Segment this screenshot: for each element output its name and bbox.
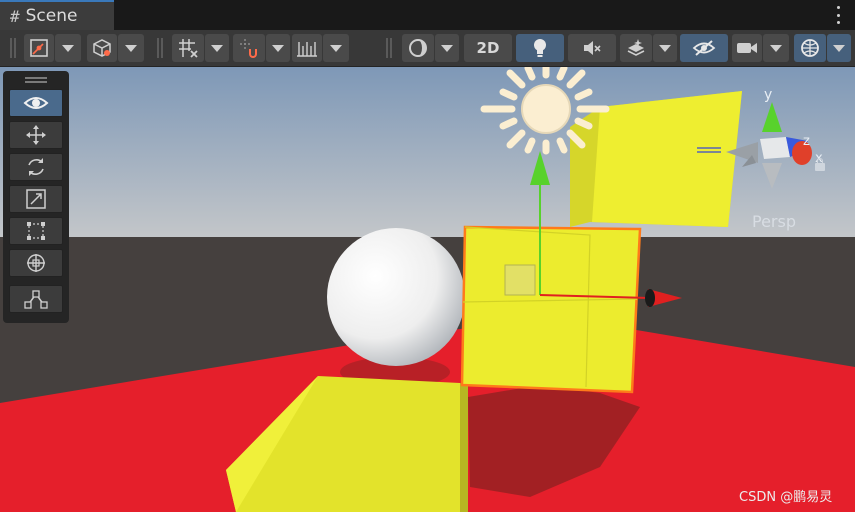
camera-icon — [737, 43, 757, 53]
gizmo-y-label: y — [764, 87, 772, 103]
tool-handle-rotation-button[interactable] — [87, 34, 117, 62]
shading-sphere-icon — [409, 39, 427, 57]
transform-tool-button[interactable] — [9, 249, 63, 277]
grid-snapping-dropdown[interactable] — [266, 34, 290, 62]
gizmos-button[interactable] — [794, 34, 826, 62]
chevron-down-icon — [441, 44, 453, 52]
scene-lighting-button[interactable] — [516, 34, 564, 62]
more-options-icon[interactable] — [835, 6, 841, 24]
grid-visibility-button[interactable] — [172, 34, 204, 62]
projection-label[interactable]: Persp — [752, 212, 796, 231]
grid-visibility-dropdown[interactable] — [205, 34, 229, 62]
chevron-down-icon — [62, 44, 74, 52]
global-local-icon — [93, 39, 111, 57]
scene-hash-icon: # — [10, 6, 20, 26]
toolbar-grip[interactable] — [386, 38, 392, 58]
scene-camera-dropdown[interactable] — [763, 34, 789, 62]
pivot-center-icon — [30, 39, 48, 57]
increment-snap-button[interactable] — [292, 34, 322, 62]
front-cube-edge — [460, 383, 468, 512]
tool-handle-rotation-dropdown[interactable] — [118, 34, 144, 62]
selected-cube[interactable] — [460, 225, 642, 394]
gizmo-drag-handle[interactable] — [697, 147, 721, 153]
scene-visibility-button[interactable] — [680, 34, 728, 62]
effects-layers-icon — [627, 39, 645, 56]
ruler-icon — [297, 42, 317, 57]
scene-window: # Scene 2D y z Persp CSDN @鹏易灵 — [0, 0, 855, 512]
draw-mode-dropdown[interactable] — [435, 34, 459, 62]
gizmo-globe-icon — [801, 39, 819, 57]
scale-tool-button[interactable] — [9, 185, 63, 213]
gizmo-z-label: z — [803, 134, 810, 149]
tool-handle-position-button[interactable] — [24, 34, 54, 62]
chevron-down-icon — [125, 44, 137, 52]
custom-editor-tool-button[interactable] — [9, 285, 63, 313]
watermark: CSDN @鹏易灵 — [739, 490, 833, 505]
chevron-down-icon — [659, 44, 671, 52]
background-cube-face — [592, 91, 742, 227]
move-arrows-icon — [26, 125, 46, 145]
tools-overlay-handle[interactable] — [25, 77, 47, 83]
tab-bar: # Scene — [0, 0, 855, 30]
lock-icon[interactable] — [815, 158, 825, 171]
toggle-2d-button[interactable]: 2D — [464, 34, 512, 62]
hidden-eye-icon — [692, 40, 716, 56]
custom-tool-nodes-icon — [24, 290, 48, 309]
move-gizmo-plane-handle[interactable] — [504, 264, 536, 296]
rotate-icon — [28, 158, 44, 176]
scene-render[interactable]: y z x — [0, 67, 855, 512]
tab-scene-label: Scene — [25, 6, 78, 26]
toolbar-grip[interactable] — [157, 38, 163, 58]
scene-audio-button[interactable] — [568, 34, 616, 62]
rect-transform-icon — [27, 222, 45, 240]
draw-mode-button[interactable] — [402, 34, 434, 62]
gizmos-dropdown[interactable] — [827, 34, 851, 62]
rect-tool-button[interactable] — [9, 217, 63, 245]
tool-handle-position-dropdown[interactable] — [55, 34, 81, 62]
move-gizmo-x-cone-base — [645, 289, 655, 307]
tools-overlay — [3, 71, 69, 323]
move-tool-button[interactable] — [9, 121, 63, 149]
chevron-down-icon — [330, 44, 342, 52]
chevron-down-icon — [770, 44, 782, 52]
rotate-tool-button[interactable] — [9, 153, 63, 181]
grid-x-icon — [179, 39, 198, 58]
view-tool-button[interactable] — [9, 89, 63, 117]
scene-viewport[interactable]: y z x — [0, 67, 855, 512]
sphere-object[interactable] — [327, 228, 465, 366]
eye-icon — [23, 97, 49, 109]
tab-scene[interactable]: # Scene — [0, 0, 114, 30]
scale-icon — [26, 189, 46, 209]
grid-snapping-button[interactable] — [233, 34, 265, 62]
audio-mute-icon — [584, 41, 601, 55]
scene-toolbar: 2D — [0, 30, 855, 67]
toolbar-grip[interactable] — [10, 38, 16, 58]
transform-combined-icon — [27, 254, 45, 272]
scene-camera-button[interactable] — [732, 34, 762, 62]
gizmo-center-cube[interactable] — [760, 137, 790, 159]
increment-snap-dropdown[interactable] — [323, 34, 349, 62]
toggle-2d-label: 2D — [476, 39, 500, 57]
chevron-down-icon — [833, 44, 845, 52]
lightbulb-icon — [534, 39, 546, 57]
chevron-down-icon — [211, 44, 223, 52]
chevron-down-icon — [272, 44, 284, 52]
snap-magnet-icon — [240, 39, 257, 58]
scene-effects-dropdown[interactable] — [653, 34, 677, 62]
scene-effects-button[interactable] — [620, 34, 652, 62]
